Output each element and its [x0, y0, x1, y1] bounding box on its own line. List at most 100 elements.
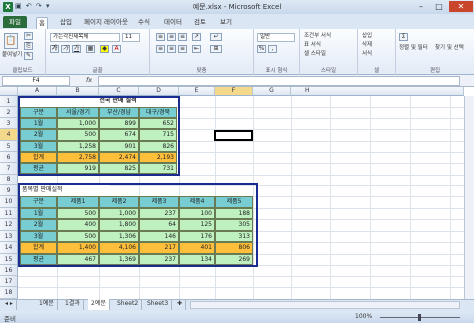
alignment-group: ≡ ≡ ≡ ↗ ↵ ≡ ≡ ≡ ⇤ ⊞ 맞춤: [150, 29, 254, 75]
formula-input[interactable]: [98, 76, 460, 86]
row-header-12[interactable]: 12: [0, 219, 18, 231]
sheet-tab-1[interactable]: 1예문: [36, 299, 58, 310]
font-name-select[interactable]: 가는각진제목체: [50, 33, 120, 42]
row-header-14[interactable]: 14: [0, 242, 18, 254]
maximize-button[interactable]: □: [430, 1, 448, 12]
autosum-button[interactable]: Σ: [399, 33, 408, 41]
cut-icon[interactable]: ✂: [24, 32, 33, 40]
zoom-level[interactable]: 100%: [355, 313, 372, 320]
sort-filter-button[interactable]: 정렬 및 필터: [399, 45, 433, 52]
row-header-4[interactable]: 4: [0, 129, 18, 141]
column-header-g[interactable]: G: [253, 87, 291, 96]
column-header-d[interactable]: D: [139, 87, 179, 96]
format-painter-icon[interactable]: ✎: [24, 52, 33, 60]
close-button[interactable]: ✕: [449, 1, 473, 12]
vertical-scrollbar[interactable]: [464, 96, 474, 299]
fill-color-icon[interactable]: ◆: [100, 45, 109, 53]
merge-center-icon[interactable]: ⊞: [210, 45, 222, 53]
row-header-10[interactable]: 10: [0, 196, 18, 208]
row-header-18[interactable]: 18: [0, 287, 18, 299]
bold-button[interactable]: 가: [50, 45, 59, 53]
column-header-c[interactable]: C: [99, 87, 139, 96]
align-right-icon[interactable]: ≡: [178, 45, 187, 53]
row-header-3[interactable]: 3: [0, 118, 18, 129]
indent-icon[interactable]: ⇤: [192, 45, 201, 53]
tab-file[interactable]: 파일: [3, 16, 27, 28]
styles-group-label: 스타일: [320, 68, 337, 74]
paste-icon[interactable]: 📋: [4, 33, 18, 49]
insert-cells-button[interactable]: 삽입: [362, 32, 372, 40]
status-mode: 준비: [4, 315, 16, 323]
styles-group: 조건부 서식 표 서식 셀 스타일 스타일: [300, 29, 358, 75]
align-left-icon[interactable]: ≡: [156, 45, 165, 53]
column-header-e[interactable]: E: [179, 87, 215, 96]
sheet-tab-5[interactable]: Sheet3: [144, 299, 173, 310]
row-header-16[interactable]: 16: [0, 265, 18, 276]
row-header-15[interactable]: 15: [0, 254, 18, 265]
insert-function-icon[interactable]: fx: [86, 76, 92, 84]
conditional-format-button[interactable]: 조건부 서식: [304, 32, 331, 40]
name-box[interactable]: F4: [2, 76, 70, 86]
orientation-icon[interactable]: ↗: [192, 33, 201, 41]
wrap-text-icon[interactable]: ↵: [210, 33, 222, 41]
font-group-label: 글꼴: [92, 68, 103, 74]
percent-style-button[interactable]: %: [257, 45, 266, 53]
gridline: [18, 287, 474, 288]
tab-formulas[interactable]: 수식: [136, 17, 152, 29]
cells-group-label: 셀: [373, 68, 380, 74]
paste-button[interactable]: 붙여넣기: [2, 51, 22, 59]
row-header-8[interactable]: 8: [0, 175, 18, 185]
cells-group: 삽입 삭제 서식 셀: [358, 29, 396, 75]
comma-style-button[interactable]: ,: [268, 45, 277, 53]
zoom-slider-handle[interactable]: [418, 314, 421, 321]
italic-button[interactable]: 가: [61, 45, 70, 53]
column-header-b[interactable]: B: [57, 87, 99, 96]
align-top-icon[interactable]: ≡: [156, 33, 165, 41]
format-cells-button[interactable]: 서식: [362, 50, 372, 58]
find-select-button[interactable]: 찾기 및 선택: [435, 45, 469, 52]
sheet-tab-2[interactable]: 1결과: [62, 299, 84, 310]
minimize-button[interactable]: –: [412, 1, 430, 12]
sheet-tab-3-active[interactable]: 2예문: [88, 299, 110, 310]
quick-access-toolbar[interactable]: ▣ ↶ ↷ ▾: [15, 2, 51, 10]
font-color-icon[interactable]: A: [112, 45, 121, 53]
row-header-11[interactable]: 11: [0, 208, 18, 219]
format-as-table-button[interactable]: 표 서식: [304, 41, 321, 49]
horizontal-scrollbar[interactable]: [190, 301, 460, 309]
font-size-select[interactable]: 11: [122, 33, 140, 42]
column-header-h[interactable]: H: [291, 87, 464, 96]
tab-review[interactable]: 검토: [192, 17, 208, 29]
sheet-tab-4[interactable]: Sheet2: [114, 299, 143, 310]
new-sheet-icon[interactable]: ✚: [174, 299, 187, 310]
align-center-icon[interactable]: ≡: [167, 45, 176, 53]
sheet-nav-arrows[interactable]: ◂ ▸: [2, 299, 17, 310]
row-header-2[interactable]: 2: [0, 107, 18, 118]
underline-button[interactable]: 가: [72, 45, 81, 53]
row-header-5[interactable]: 5: [0, 141, 18, 152]
row-header-7[interactable]: 7: [0, 163, 18, 175]
align-bottom-icon[interactable]: ≡: [178, 33, 187, 41]
row-header-6[interactable]: 6: [0, 152, 18, 163]
copy-icon[interactable]: ⎘: [24, 42, 33, 50]
tab-page-layout[interactable]: 페이지 레이아웃: [82, 17, 130, 29]
row-header-9[interactable]: 9: [0, 185, 18, 196]
tab-view[interactable]: 보기: [218, 17, 234, 29]
delete-cells-button[interactable]: 삭제: [362, 41, 372, 49]
row-header-1[interactable]: 1: [0, 96, 18, 107]
editing-group: Σ 정렬 및 필터 찾기 및 선택 편집: [396, 29, 474, 75]
row-header-17[interactable]: 17: [0, 276, 18, 287]
border-icon[interactable]: ▦: [86, 45, 95, 53]
tab-insert[interactable]: 삽입: [58, 17, 74, 29]
excel-icon[interactable]: X: [3, 2, 13, 12]
column-header-a[interactable]: A: [18, 87, 57, 96]
select-all-corner[interactable]: [0, 87, 18, 96]
tab-home[interactable]: 홈: [36, 17, 48, 29]
align-middle-icon[interactable]: ≡: [167, 33, 176, 41]
row-header-13[interactable]: 13: [0, 231, 18, 242]
gridline: [18, 276, 474, 277]
cell-styles-button[interactable]: 셀 스타일: [304, 50, 326, 58]
column-header-f[interactable]: F: [215, 87, 253, 96]
number-format-select[interactable]: 일반: [257, 33, 295, 42]
tab-data[interactable]: 데이터: [162, 17, 184, 29]
active-cell-f4[interactable]: [214, 130, 253, 141]
